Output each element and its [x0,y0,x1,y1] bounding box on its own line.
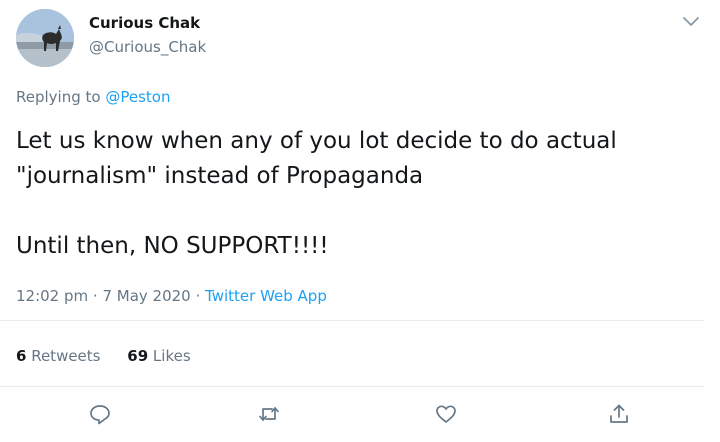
likes-count: 69 [127,347,149,365]
replying-to: Replying to @Peston [16,88,170,106]
tweet-text-line: Let us know when any of you lot decide t… [16,128,617,154]
divider [0,386,704,387]
share-icon[interactable] [607,402,631,426]
replying-to-link[interactable]: @Peston [105,88,170,106]
retweets-count: 6 [16,347,27,365]
retweets-label: Retweets [26,347,101,365]
chevron-down-icon[interactable] [682,14,700,28]
replying-to-prefix: Replying to [16,88,106,106]
tweet-text-line: Until then, NO SUPPORT!!!! [16,233,329,259]
tweet-stats: 6 Retweets 69 Likes [16,347,191,365]
retweet-icon[interactable] [257,402,281,426]
tweet-date[interactable]: 7 May 2020 [102,287,190,305]
divider [0,320,704,321]
retweets-stat[interactable]: 6 Retweets [16,347,101,365]
heart-icon[interactable] [434,402,458,426]
tweet-source[interactable]: Twitter Web App [205,287,327,305]
meta-separator: · [88,287,103,305]
user-handle[interactable]: @Curious_Chak [89,38,206,56]
likes-stat[interactable]: 69 Likes [127,347,190,365]
tweet-card: Curious Chak @Curious_Chak Replying to @… [0,0,720,442]
display-name[interactable]: Curious Chak [89,14,200,32]
meta-separator: · [190,287,206,305]
reply-icon[interactable] [88,402,112,426]
likes-label: Likes [148,347,191,365]
avatar[interactable] [16,9,74,67]
tweet-time[interactable]: 12:02 pm [16,287,88,305]
tweet-meta: 12:02 pm · 7 May 2020 · Twitter Web App [16,287,327,305]
tweet-text-line: "journalism" instead of Propaganda [16,163,424,189]
tweet-text: Let us know when any of you lot decide t… [16,124,706,264]
